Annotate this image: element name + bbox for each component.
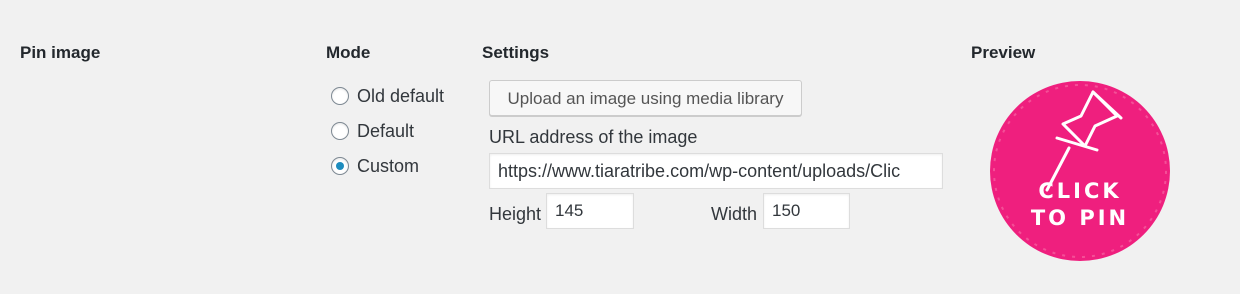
upload-image-button[interactable]: Upload an image using media library [489,80,802,116]
radio-old-default[interactable] [331,87,349,105]
pin-image-settings-row: Pin image Mode Old default Default Custo… [0,0,1240,294]
preview-heading: Preview [971,43,1036,62]
radio-default[interactable] [331,122,349,140]
image-url-input[interactable] [489,153,943,189]
badge-text-line1: CLICK [1038,179,1121,203]
settings-heading: Settings [482,43,550,62]
radio-label-old-default: Old default [357,85,445,106]
badge-text-line2: TO PIN [1031,206,1129,230]
mode-option-default[interactable]: Default [331,119,414,143]
url-label: URL address of the image [489,127,698,147]
mode-heading: Mode [326,43,371,62]
pin-preview-image: CLICK TO PIN [985,78,1175,264]
radio-label-custom: Custom [357,155,420,176]
height-label: Height [489,204,542,224]
width-label: Width [711,204,758,224]
radio-label-default: Default [357,120,415,141]
row-label: Pin image [20,43,101,62]
mode-option-old-default[interactable]: Old default [331,84,444,108]
mode-option-custom[interactable]: Custom [331,154,419,178]
click-to-pin-badge: CLICK TO PIN [990,81,1170,261]
badge-circle [990,81,1170,261]
height-input[interactable] [546,193,634,229]
radio-custom[interactable] [331,157,349,175]
width-input[interactable] [763,193,850,229]
